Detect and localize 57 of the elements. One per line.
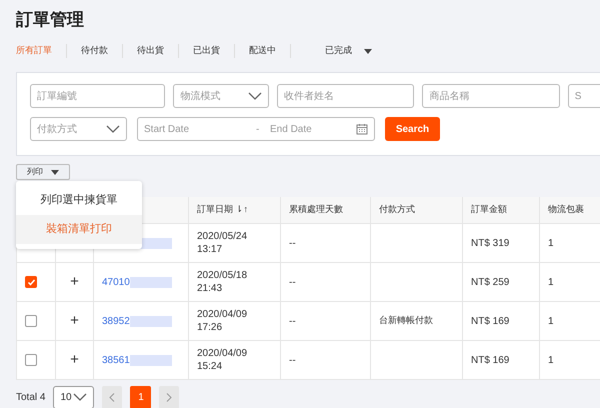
column-header[interactable]: 物流包裹 (548, 203, 584, 217)
calendar-icon (356, 123, 368, 135)
date-text: 2020/05/18 (197, 269, 248, 282)
table-cell-text: NT$ 319 (471, 236, 510, 250)
table-cell-text: 1 (548, 354, 554, 368)
total-count: Total 4 (16, 391, 46, 405)
expand-button[interactable]: + (70, 310, 79, 332)
status-tab[interactable]: 已出貨 (193, 44, 220, 58)
status-tab[interactable]: 已完成 (305, 44, 372, 58)
page-title: 訂單管理 (14, 9, 85, 31)
previous-page-button[interactable] (102, 386, 122, 408)
chevron-left-icon (109, 393, 116, 402)
expand-button[interactable]: + (70, 270, 79, 294)
date-text: 2020/04/09 (197, 347, 248, 360)
chevron-icon (73, 393, 88, 402)
time-text: 21:43 (197, 282, 222, 295)
checkbox[interactable] (25, 354, 37, 366)
time-text: 13:17 (197, 243, 222, 256)
table-cell-text: 1 (548, 236, 554, 250)
date-text: 2020/04/09 (197, 308, 248, 321)
status-tab[interactable]: 配送中 (249, 44, 276, 58)
table-cell-text: NT$ 259 (471, 276, 510, 290)
caret-icon (51, 170, 59, 174)
table-cell-text: NT$ 169 (471, 354, 510, 368)
column-header[interactable]: 訂單金額 (471, 203, 507, 217)
date-text: 2020/05/24 (197, 230, 248, 243)
order-link[interactable]: 38952 (102, 314, 130, 328)
time-text: 17:26 (197, 321, 222, 334)
status-tab[interactable]: 待出貨 (137, 44, 164, 58)
redacted-block (130, 316, 172, 326)
checkbox[interactable] (25, 276, 37, 288)
redacted-block (130, 276, 172, 288)
table-cell-text: -- (289, 354, 296, 368)
order-link[interactable]: 47010 (102, 274, 130, 290)
table-cell-text: -- (289, 314, 296, 328)
chevron-right-icon (166, 393, 172, 402)
column-header[interactable]: 付款方式 (379, 203, 415, 217)
column-header[interactable]: 累積處理天數 (289, 203, 343, 217)
table-cell-text: -- (289, 236, 296, 250)
redacted-block (130, 354, 172, 366)
chevron-icon (106, 124, 120, 134)
chevron-icon (248, 92, 262, 100)
order-link[interactable]: 38561 (102, 352, 130, 368)
table-cell-text: -- (289, 276, 296, 290)
page-size-select[interactable]: 10 (53, 386, 94, 408)
status-tab[interactable]: 待付款 (81, 44, 108, 58)
table-cell-text: 1 (548, 276, 554, 290)
menu-item[interactable]: 列印選中揀貨單 (16, 186, 142, 215)
table-cell-text: NT$ 169 (471, 314, 510, 328)
table-cell-text: 台新轉帳付款 (379, 314, 433, 328)
column-header[interactable]: 訂單日期 ⇂↑ (197, 203, 248, 217)
checkbox[interactable] (25, 315, 37, 327)
next-page-button[interactable] (159, 386, 180, 408)
table-cell-text: 1 (548, 314, 554, 328)
print-button[interactable]: 列印 (16, 164, 70, 180)
time-text: 15:24 (197, 360, 222, 373)
expand-button[interactable]: + (70, 348, 79, 372)
